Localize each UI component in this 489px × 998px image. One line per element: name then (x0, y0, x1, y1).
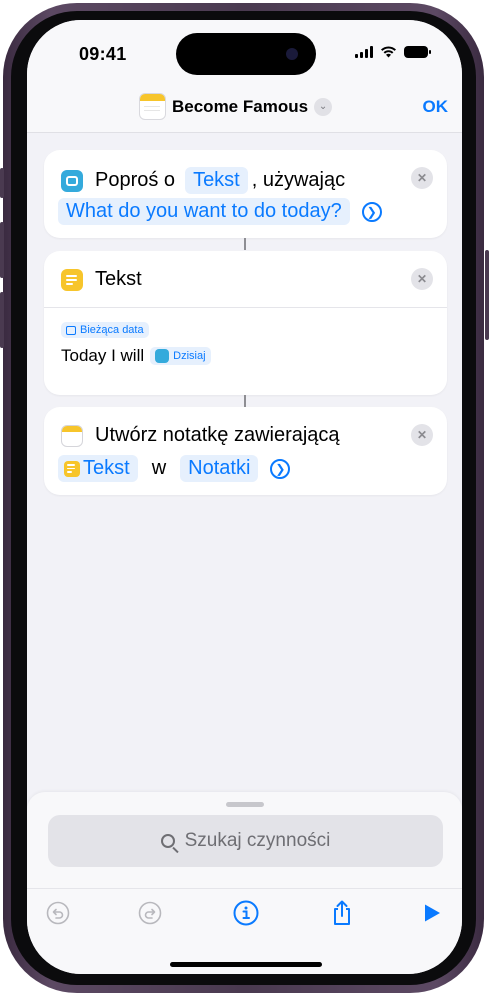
chevron-down-icon[interactable]: ⌄ (314, 97, 333, 116)
status-icons (355, 46, 431, 58)
screen: 09:41 Become Famous ⌄ OK Poproś o Tekst (27, 20, 462, 974)
ask-action-line-2: What do you want to do today? ❯ (58, 198, 382, 225)
remove-action-icon[interactable]: ✕ (411, 268, 433, 290)
volume-down-button (0, 292, 4, 348)
note-action-line-2: Tekst w Notatki ❯ (58, 455, 291, 482)
text-body-line-1: Bieżąca data (61, 322, 149, 338)
ask-for-input-action[interactable]: Poproś o Tekst , używając ✕ What do you … (44, 150, 447, 238)
text-action-title: Tekst (95, 268, 142, 290)
redo-button[interactable] (137, 900, 163, 926)
action-connector (244, 395, 246, 407)
ask-action-line-1: Poproś o Tekst , używając (61, 167, 345, 194)
cellular-signal-icon (355, 46, 373, 58)
status-bar: 09:41 (27, 20, 462, 84)
action-search-sheet: Szukaj czynności (27, 792, 462, 974)
toolbar-divider (27, 888, 462, 889)
sheet-grabber[interactable] (226, 802, 264, 807)
ok-button[interactable]: OK (423, 97, 449, 117)
notes-app-chip[interactable]: Notatki (180, 455, 259, 482)
undo-icon (46, 901, 70, 925)
info-icon (233, 900, 259, 926)
power-button (485, 250, 489, 340)
notes-icon (61, 424, 83, 447)
chevron-right-icon[interactable]: ❯ (270, 458, 291, 479)
search-icon (160, 834, 175, 848)
text-body-line-2[interactable]: Today I will Dzisiaj (61, 346, 211, 366)
share-button[interactable] (329, 900, 355, 926)
home-indicator[interactable] (170, 962, 322, 967)
ask-prefix: Poproś o (95, 169, 176, 191)
play-icon (425, 904, 440, 922)
shortcut-title: Become Famous (172, 96, 309, 116)
notes-app-icon (139, 93, 166, 120)
remove-action-icon[interactable]: ✕ (411, 167, 433, 189)
input-type-chip[interactable]: Tekst (185, 167, 248, 194)
variable-chip[interactable]: Dzisiaj (150, 347, 211, 365)
action-button (0, 168, 4, 198)
redo-icon (138, 901, 162, 925)
status-time: 09:41 (79, 44, 127, 64)
run-button[interactable] (419, 900, 445, 926)
nav-bar: Become Famous ⌄ OK (27, 84, 462, 133)
in-label: w (151, 457, 167, 479)
divider (44, 307, 447, 308)
battery-icon (404, 46, 431, 58)
text-action[interactable]: Tekst ✕ Bieżąca data Today I will Dzisia… (44, 251, 447, 395)
text-icon (64, 460, 80, 477)
search-placeholder: Szukaj czynności (184, 830, 331, 851)
info-button[interactable] (233, 900, 259, 926)
shortcut-title-menu[interactable]: Become Famous ⌄ (139, 93, 333, 120)
current-date-label: Bieżąca data (80, 324, 144, 336)
text-variable-label: Tekst (83, 457, 130, 479)
calendar-icon (66, 325, 76, 335)
text-variable-chip[interactable]: Tekst (58, 455, 138, 482)
current-date-chip[interactable]: Bieżąca data (61, 322, 149, 338)
volume-up-button (0, 222, 4, 278)
wifi-icon (381, 46, 396, 58)
camera-icon (286, 48, 298, 60)
remove-action-icon[interactable]: ✕ (411, 424, 433, 446)
variable-label: Dzisiaj (173, 350, 206, 362)
share-icon (334, 900, 350, 925)
undo-button[interactable] (45, 900, 71, 926)
search-field[interactable]: Szukaj czynności (48, 815, 443, 867)
prompt-chip[interactable]: What do you want to do today? (58, 198, 350, 225)
note-action-title: Utwórz notatkę zawierającą (95, 424, 340, 446)
dynamic-island (176, 33, 316, 75)
note-action-line-1: Utwórz notatkę zawierającą (61, 424, 340, 447)
create-note-action[interactable]: Utwórz notatkę zawierającą ✕ Tekst w Not… (44, 407, 447, 495)
chevron-right-icon[interactable]: ❯ (361, 201, 382, 222)
action-connector (244, 238, 246, 250)
text-body: Today I will (61, 346, 145, 365)
ask-for-input-icon (155, 349, 170, 363)
text-action-header: Tekst (61, 268, 142, 291)
ask-suffix: , używając (251, 169, 346, 191)
ask-for-input-icon (61, 169, 83, 192)
text-icon (61, 268, 83, 291)
